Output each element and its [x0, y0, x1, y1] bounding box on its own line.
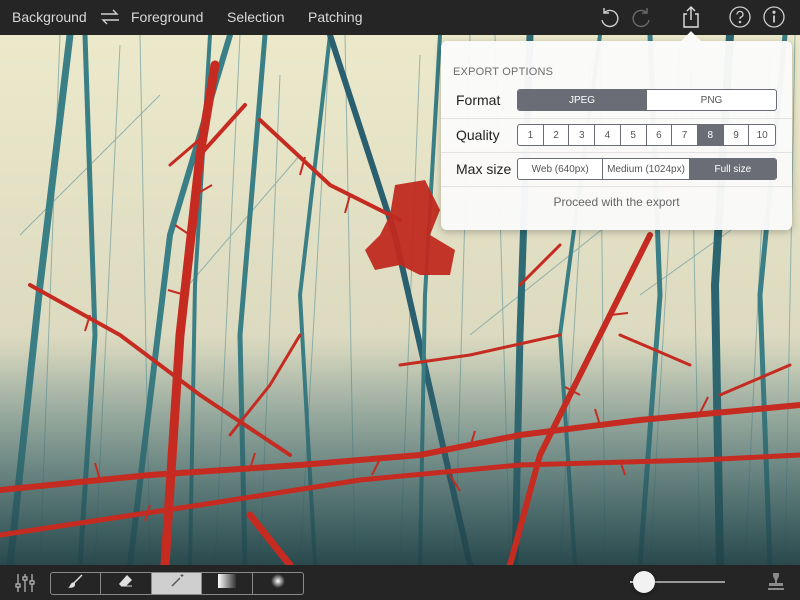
tab-foreground[interactable]: Foreground [131, 9, 203, 25]
app-window: Background Foreground Selection Patching [0, 0, 800, 600]
format-segmented-control: JPEG PNG [517, 89, 777, 111]
brush-size-slider-track[interactable] [647, 581, 725, 583]
tab-selection[interactable]: Selection [227, 9, 285, 25]
share-icon[interactable] [679, 5, 703, 29]
export-options-heading: EXPORT OPTIONS [453, 66, 554, 78]
divider [441, 152, 792, 153]
tool-selector [50, 572, 304, 595]
quality-option-7[interactable]: 7 [672, 125, 698, 145]
swap-icon[interactable] [99, 6, 121, 28]
export-options-popover: EXPORT OPTIONS Format JPEG PNG Quality 1… [441, 31, 792, 230]
quality-option-1[interactable]: 1 [518, 125, 544, 145]
divider [441, 186, 792, 187]
radial-icon [270, 573, 286, 594]
max-size-option-medium[interactable]: Medium (1024px) [603, 159, 690, 179]
quality-option-10[interactable]: 10 [749, 125, 775, 145]
quality-option-2[interactable]: 2 [544, 125, 570, 145]
gradient-icon [217, 574, 236, 593]
adjustments-icon[interactable] [13, 571, 37, 595]
divider [441, 118, 792, 119]
format-option-jpeg[interactable]: JPEG [518, 90, 647, 110]
eraser-tool[interactable] [101, 573, 152, 594]
brush-icon [67, 573, 84, 594]
top-toolbar: Background Foreground Selection Patching [0, 0, 800, 35]
quality-option-6[interactable]: 6 [647, 125, 673, 145]
help-icon[interactable] [728, 5, 752, 29]
format-label: Format [456, 92, 501, 108]
gradient-tool[interactable] [202, 573, 253, 594]
redo-icon[interactable] [630, 5, 654, 29]
stamp-icon[interactable] [765, 571, 787, 593]
quality-option-5[interactable]: 5 [621, 125, 647, 145]
quality-label: Quality [456, 127, 500, 143]
magic-wand-icon [169, 573, 185, 594]
quality-option-9[interactable]: 9 [724, 125, 750, 145]
max-size-option-web[interactable]: Web (640px) [518, 159, 604, 179]
quality-option-4[interactable]: 4 [595, 125, 621, 145]
max-size-option-full[interactable]: Full size [689, 159, 776, 179]
magic-wand-tool[interactable] [151, 573, 203, 594]
undo-icon[interactable] [597, 5, 621, 29]
quality-option-3[interactable]: 3 [569, 125, 596, 145]
quality-option-8[interactable]: 8 [697, 125, 724, 145]
tab-patching[interactable]: Patching [308, 9, 362, 25]
max-size-segmented-control: Web (640px) Medium (1024px) Full size [517, 158, 777, 180]
eraser-icon [118, 573, 134, 594]
tab-background[interactable]: Background [12, 9, 87, 25]
proceed-export-button[interactable]: Proceed with the export [441, 195, 792, 209]
brush-tool[interactable] [51, 573, 102, 594]
info-icon[interactable] [762, 5, 786, 29]
radial-tool[interactable] [253, 573, 303, 594]
format-option-png[interactable]: PNG [647, 90, 776, 110]
quality-segmented-control: 1 2 3 4 5 6 7 8 9 10 [517, 124, 776, 146]
max-size-label: Max size [456, 161, 512, 177]
